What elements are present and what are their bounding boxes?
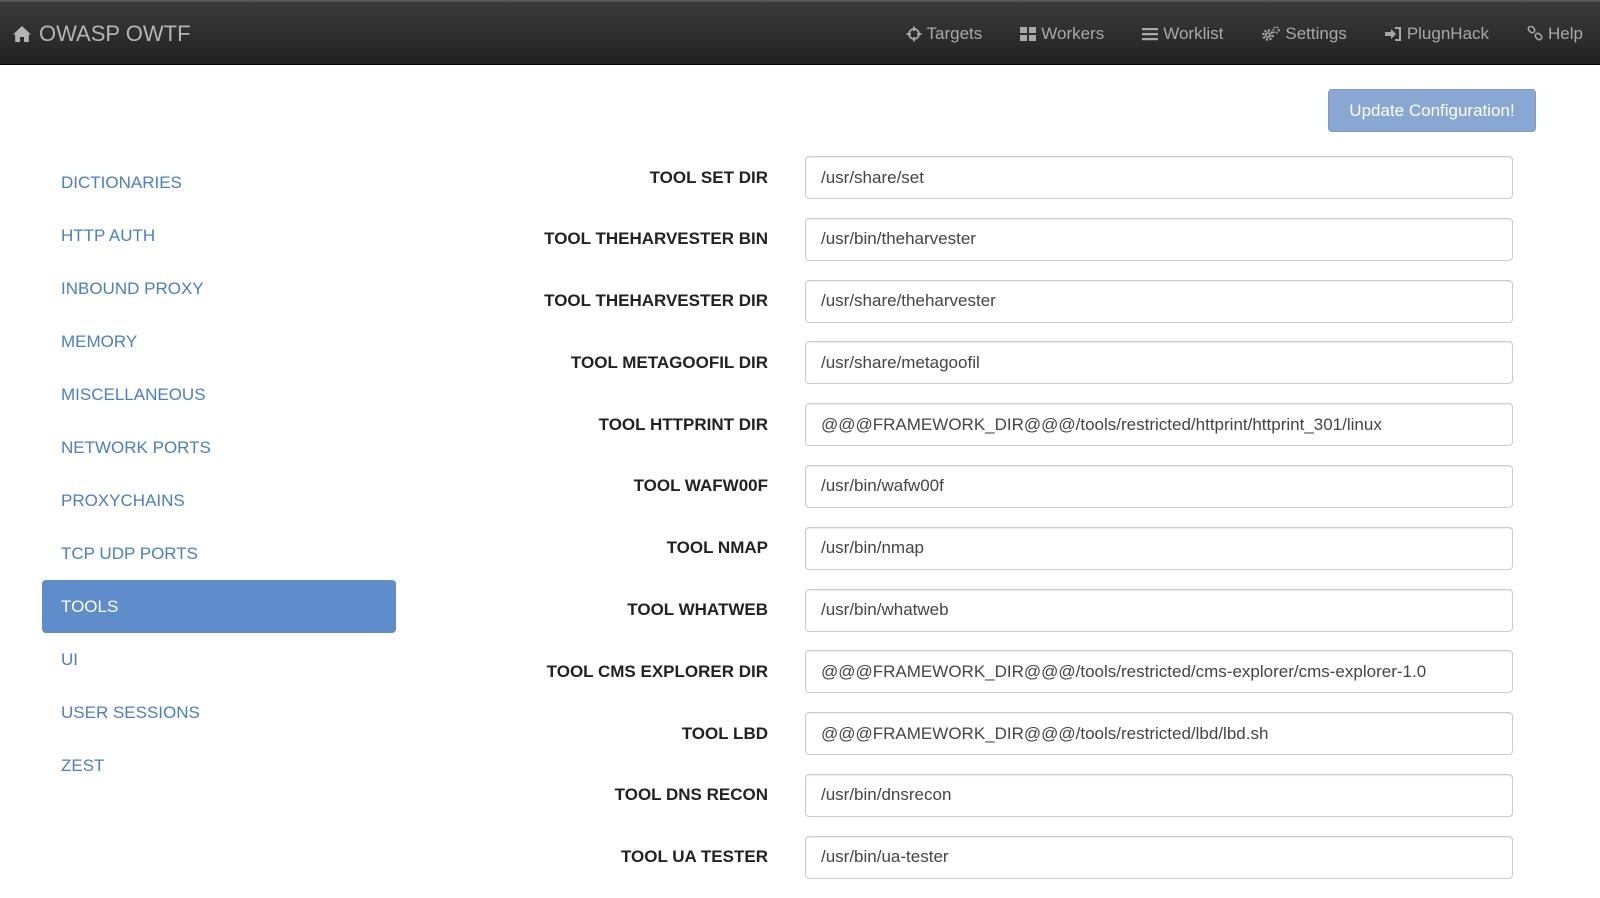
form-row: TOOL WAFW00F <box>0 464 1600 527</box>
field-label: TOOL LBD <box>681 723 768 743</box>
form-row: TOOL HTTPRINT DIR <box>0 403 1600 465</box>
nav-plugnhack-label: PlugnHack <box>1406 23 1490 43</box>
home-icon <box>13 25 31 42</box>
form-row: TOOL THEHARVESTER BIN <box>0 217 1600 280</box>
list-icon <box>1142 27 1159 40</box>
tool-wafw00f-input[interactable] <box>805 464 1513 508</box>
crosshair-icon <box>906 26 921 41</box>
field-label: TOOL WHATWEB <box>627 600 768 620</box>
field-label: TOOL THEHARVESTER DIR <box>544 291 768 311</box>
tool-theharvester-dir-input[interactable] <box>805 279 1513 323</box>
nav-settings-label: Settings <box>1285 23 1347 43</box>
field-label: TOOL SET DIR <box>649 167 768 187</box>
tool-ua-tester-input[interactable] <box>805 835 1513 879</box>
field-label: TOOL UA TESTER <box>620 847 768 867</box>
tool-metagoofil-dir-input[interactable] <box>805 341 1513 385</box>
nav-targets-label: Targets <box>926 23 983 43</box>
form-row: TOOL METAGOOFIL DIR <box>0 341 1600 403</box>
brand-title: OWASP OWTF <box>39 20 191 46</box>
sign-in-icon <box>1384 26 1401 41</box>
form-row: TOOL DNS RECON <box>0 773 1600 836</box>
form-row: TOOL SET DIR <box>0 156 1600 218</box>
tool-lbd-input[interactable] <box>805 712 1513 756</box>
nav-worklist[interactable]: Worklist <box>1142 24 1223 44</box>
field-label: TOOL WAFW00F <box>633 476 768 496</box>
nav-targets[interactable]: Targets <box>906 23 983 44</box>
tools-config-form: TOOL SET DIR TOOL THEHARVESTER BIN TOOL … <box>0 156 1600 898</box>
form-row: TOOL THEHARVESTER DIR <box>0 279 1600 342</box>
form-row: TOOL CMS EXPLORER DIR <box>0 650 1600 712</box>
field-label: TOOL NMAP <box>666 538 768 558</box>
form-row: TOOL UA TESTER <box>0 835 1600 898</box>
tool-whatweb-input[interactable] <box>805 588 1513 632</box>
cogs-icon <box>1262 25 1281 41</box>
form-row: TOOL NMAP <box>0 526 1600 589</box>
form-row: TOOL LBD <box>0 712 1600 774</box>
nav-workers[interactable]: Workers <box>1020 24 1104 44</box>
tool-nmap-input[interactable] <box>805 526 1513 570</box>
link-icon <box>1527 25 1543 41</box>
tool-cms-explorer-dir-input[interactable] <box>805 650 1513 694</box>
nav-menu: Targets Workers Worklist Settings PlugnH… <box>868 2 1583 65</box>
nav-workers-label: Workers <box>1041 23 1105 43</box>
field-label: TOOL METAGOOFIL DIR <box>570 352 768 372</box>
field-label: TOOL DNS RECON <box>614 785 768 805</box>
tool-dns-recon-input[interactable] <box>805 773 1513 817</box>
update-configuration-button[interactable]: Update Configuration! <box>1328 89 1536 132</box>
nav-worklist-label: Worklist <box>1163 23 1224 43</box>
grid-icon <box>1020 26 1037 41</box>
form-row: TOOL WHATWEB <box>0 588 1600 651</box>
field-label: TOOL CMS EXPLORER DIR <box>546 661 768 681</box>
nav-settings[interactable]: Settings <box>1261 23 1347 44</box>
tool-theharvester-bin-input[interactable] <box>805 217 1513 261</box>
field-label: TOOL THEHARVESTER BIN <box>544 229 768 249</box>
tool-httprint-dir-input[interactable] <box>805 403 1513 447</box>
nav-plugnhack[interactable]: PlugnHack <box>1384 23 1490 44</box>
brand-link[interactable]: OWASP OWTF <box>12 2 191 65</box>
top-navbar: OWASP OWTF Targets Workers Worklist Sett… <box>0 0 1600 65</box>
tool-set-dir-input[interactable] <box>805 156 1513 199</box>
field-label: TOOL HTTPRINT DIR <box>598 414 768 434</box>
nav-help[interactable]: Help <box>1527 24 1583 44</box>
nav-help-label: Help <box>1548 23 1583 43</box>
